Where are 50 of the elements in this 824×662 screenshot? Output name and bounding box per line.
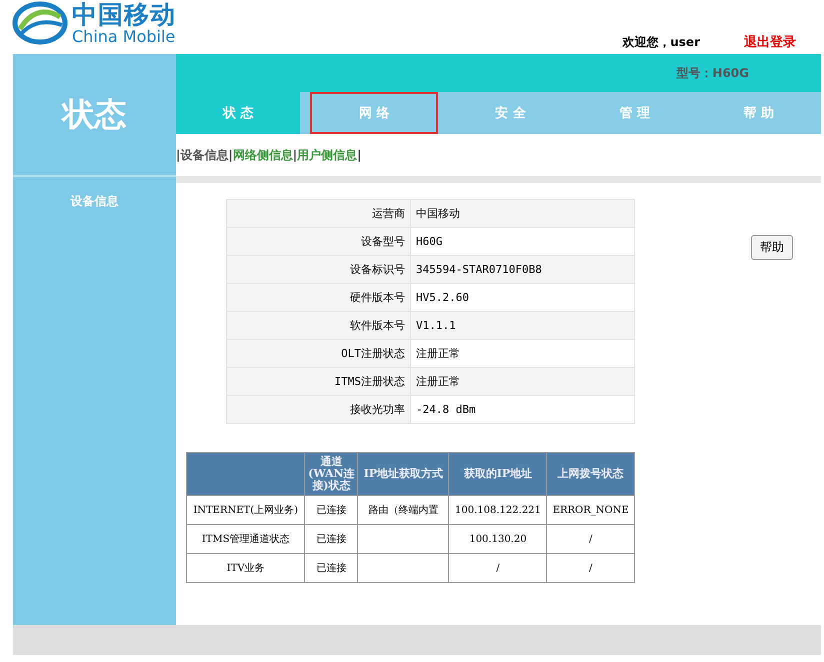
column-header: 获取的IP地址 <box>448 452 547 496</box>
table-cell: ITMS注册状态 <box>226 368 410 396</box>
column-header: 上网拨号状态 <box>546 452 634 496</box>
table-cell: 100.108.122.221 <box>448 496 547 524</box>
separator: | <box>357 148 362 162</box>
table-cell: 设备型号 <box>226 228 410 256</box>
table-cell: ITMS管理通道状态 <box>186 524 305 554</box>
table-cell: ERROR_NONE <box>546 496 634 524</box>
table-cell: 已连接 <box>304 496 358 524</box>
table-cell: 硬件版本号 <box>226 284 410 312</box>
table-cell: 设备标识号 <box>226 256 410 284</box>
model-label: 型号：H60G <box>676 64 749 82</box>
nav-tab[interactable]: 网 络 <box>310 92 438 134</box>
separator: | <box>292 148 298 162</box>
table-cell: / <box>546 524 634 554</box>
separator: | <box>228 148 233 162</box>
table-cell: 中国移动 <box>410 200 634 228</box>
subnav-link[interactable]: 设备信息 <box>180 146 228 164</box>
table-cell: V1.1.1 <box>410 312 634 340</box>
welcome-text: 欢迎您，user <box>622 34 700 51</box>
table-cell: OLT注册状态 <box>226 340 410 368</box>
table-cell: / <box>546 554 634 582</box>
table-cell: 运营商 <box>226 200 410 228</box>
table-cell: 软件版本号 <box>226 312 410 340</box>
sidebar-item[interactable]: 设备信息 <box>70 193 118 210</box>
table-cell: / <box>448 554 547 582</box>
brand-subtitle: China Mobile <box>72 28 176 44</box>
nav-tab[interactable]: 管 理 <box>572 92 697 134</box>
table-cell: -24.8 dBm <box>410 396 634 424</box>
brand-name: 中国移动 <box>72 2 176 26</box>
column-header: IP地址获取方式 <box>358 452 449 496</box>
table-cell: 已连接 <box>304 554 358 582</box>
nav-tab[interactable]: 帮 助 <box>696 92 822 134</box>
table-cell: 已连接 <box>304 524 358 554</box>
separator: | <box>176 148 180 162</box>
table-cell: 路由（终端内置 <box>358 496 449 524</box>
help-button[interactable]: 帮助 <box>751 235 793 260</box>
table-cell: 100.130.20 <box>448 524 547 554</box>
column-header: 通道(WAN连接)状态 <box>304 452 358 496</box>
subnav-link[interactable]: 网络侧信息 <box>232 146 293 164</box>
nav-tab[interactable]: 安 全 <box>448 92 573 134</box>
table-cell: INTERNET(上网业务) <box>186 496 305 524</box>
nav-tab[interactable]: 状 态 <box>176 92 300 134</box>
table-cell: 注册正常 <box>410 368 634 396</box>
subnav-link[interactable]: 用户侧信息 <box>297 146 358 164</box>
logo-icon <box>12 1 68 45</box>
table-cell: 接收光功率 <box>226 396 410 424</box>
table-cell: 345594-STAR0710F0B8 <box>410 256 634 284</box>
logout-link[interactable]: 退出登录 <box>744 33 796 51</box>
table-cell: ITV业务 <box>186 554 305 582</box>
